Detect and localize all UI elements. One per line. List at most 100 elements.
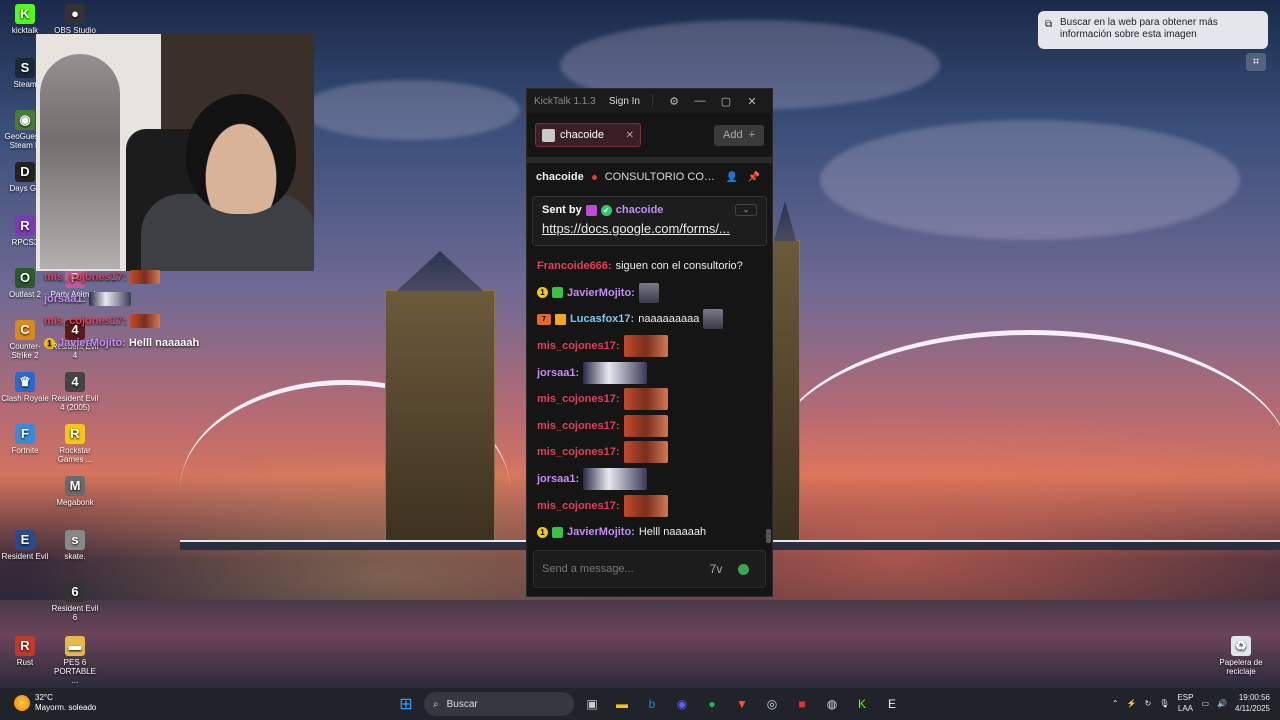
discord-icon[interactable]: ◉ [670, 692, 694, 716]
emote[interactable] [623, 414, 668, 437]
settings-icon[interactable]: ⚙ [661, 95, 687, 108]
spotify-icon[interactable]: ● [700, 692, 724, 716]
desktop-icon[interactable]: R Rockstar Games ... [50, 424, 100, 464]
start-icon[interactable]: ⊞ [394, 692, 418, 716]
desktop-icon[interactable]: 4 Resident Evil 4 (2005) [50, 372, 100, 412]
sign-in-button[interactable]: Sign In [609, 96, 640, 107]
close-icon[interactable]: ✕ [739, 95, 765, 108]
emote[interactable] [623, 335, 668, 358]
steam-icon[interactable]: ◎ [760, 692, 784, 716]
desktop-icon[interactable]: ♛ Clash Royale [0, 372, 50, 403]
chat-username[interactable]: mis_cojones17: [537, 393, 620, 405]
chat-username[interactable]: jorsaa1: [537, 367, 579, 379]
clock[interactable]: 19:00:56 4/11/2025 [1235, 692, 1270, 714]
user-icon[interactable]: 👤 [723, 172, 741, 183]
desktop-icon[interactable]: E Resident Evil [0, 530, 50, 561]
add-chatroom-button[interactable]: Add + [713, 124, 764, 146]
emote[interactable] [623, 388, 668, 411]
app-icon: M [65, 476, 85, 496]
emote[interactable] [583, 361, 648, 384]
desktop-icon-label: Clash Royale [1, 394, 49, 403]
overlay-chat-line: mis_cojones17: [44, 310, 199, 332]
chat-username[interactable]: JavierMojito: [567, 287, 635, 299]
maximize-icon[interactable]: ▢ [713, 95, 739, 108]
language-indicator[interactable]: ESP LAA [1177, 692, 1193, 714]
desktop-icon[interactable]: ● OBS Studio [50, 4, 100, 35]
pinned-user[interactable]: chacoide [616, 204, 664, 216]
search-label: Buscar [446, 698, 478, 710]
wifi-off-icon[interactable]: ⚡ [1127, 699, 1137, 708]
lens-search-tooltip[interactable]: ⧉ Buscar en la web para obtener más info… [1038, 11, 1268, 49]
desktop-icon[interactable]: C Counter-Strike 2 [0, 320, 50, 360]
file-explorer-icon[interactable]: ▬ [610, 692, 634, 716]
pin-icon[interactable]: 📌 [745, 172, 763, 183]
lens-text: Buscar en la web para obtener más inform… [1060, 17, 1218, 40]
bing-icon[interactable]: b [640, 692, 664, 716]
tab-chacoide[interactable]: chacoide ✕ [535, 123, 641, 147]
lens-icon: ⧉ [1045, 19, 1053, 30]
brave-icon[interactable]: ▼ [730, 692, 754, 716]
chat-message: mis_cojones17: [537, 333, 762, 360]
close-tab-icon[interactable]: ✕ [626, 130, 634, 141]
sync-icon[interactable]: ↻ [1145, 699, 1152, 708]
pinned-link[interactable]: https://docs.google.com/forms/... [542, 221, 757, 236]
obs-icon[interactable]: ◍ [820, 692, 844, 716]
one-badge-icon: 1 [537, 526, 548, 538]
app-icon: s [65, 530, 85, 550]
emote[interactable] [623, 494, 668, 517]
emote[interactable] [623, 441, 668, 464]
weather-widget[interactable]: 32°C Mayorm. soleado [14, 693, 96, 713]
desktop-icon[interactable]: ♻ Papelera de reciclaje [1216, 636, 1266, 676]
temperature: 32°C [35, 693, 53, 702]
desktop-icon[interactable]: Kkicktalk [0, 4, 50, 35]
display-icon[interactable]: ▭ [1201, 699, 1209, 708]
desktop-icon[interactable]: R Rust [0, 636, 50, 667]
chat-username[interactable]: JavierMojito: [567, 526, 635, 538]
desktop-icon[interactable]: 6 Resident Evil 6 [50, 582, 100, 622]
desktop-icon-label: skate. [64, 552, 86, 561]
app-icon: 4 [65, 372, 85, 392]
app-icon[interactable]: ■ [790, 692, 814, 716]
chat-message: jorsaa1: [537, 466, 762, 493]
chat-message: mis_cojones17: [537, 413, 762, 440]
desktop-icon[interactable]: M Megabonk [50, 476, 100, 507]
chat-message: 1 JavierMojito: Helll naaaaah [537, 519, 762, 546]
desktop-icon[interactable]: F Fortnite [0, 424, 50, 455]
volume-icon[interactable]: 🔊 [1217, 699, 1227, 708]
app-icon: ◉ [15, 110, 35, 130]
minimize-icon[interactable]: — [687, 95, 713, 107]
river [0, 600, 1280, 688]
chat-message: mis_cojones17: [537, 386, 762, 413]
chat-username[interactable]: mis_cojones17: [537, 500, 620, 512]
chat-username[interactable]: Lucasfox17: [570, 313, 634, 325]
stream-chat-overlay: mis_cojones17: jorsaa1: mis_cojones17: 1 Jav… [44, 266, 199, 354]
chat-username[interactable]: mis_cojones17: [537, 420, 620, 432]
lens-scan-icon[interactable]: ⌗ [1246, 53, 1266, 71]
epic-games-icon[interactable]: E [880, 692, 904, 716]
desktop-icon-label: Resident Evil 4 (2005) [51, 394, 99, 412]
scrollbar[interactable] [766, 529, 771, 543]
bridge-tower-left [385, 290, 495, 550]
desktop-icon[interactable]: s skate. [50, 530, 100, 561]
emote[interactable] [638, 282, 659, 303]
tv-emote-icon[interactable]: 7v [702, 562, 730, 576]
task-view-icon[interactable]: ▣ [580, 692, 604, 716]
emote[interactable] [583, 468, 648, 491]
emote-picker-icon[interactable] [738, 563, 749, 575]
chat-username[interactable]: Francoide666: [537, 260, 612, 272]
chat-username[interactable]: mis_cojones17: [537, 340, 620, 352]
kicktalk-icon[interactable]: K [850, 692, 874, 716]
chevron-up-icon[interactable]: ⌃ [1112, 699, 1119, 708]
microphone-icon[interactable]: 🎙 [1159, 699, 1169, 708]
chat-username[interactable]: mis_cojones17: [537, 446, 620, 458]
streamer-name[interactable]: chacoide [536, 171, 584, 183]
chat-username[interactable]: jorsaa1: [537, 473, 579, 485]
desktop-icon[interactable]: O Outlast 2 [0, 268, 50, 299]
taskbar: 32°C Mayorm. soleado ⊞ ⌕ Buscar ▣ ▬ b ◉ … [0, 688, 1280, 720]
chevron-down-icon[interactable]: ⌄ [735, 204, 757, 216]
desktop-icon[interactable]: ▬ PES 6 PORTABLE ... [50, 636, 100, 685]
sub-badge-icon [552, 287, 563, 299]
emote[interactable] [703, 309, 724, 330]
message-input[interactable]: Send a message... [542, 563, 702, 575]
taskbar-search[interactable]: ⌕ Buscar [424, 692, 574, 716]
